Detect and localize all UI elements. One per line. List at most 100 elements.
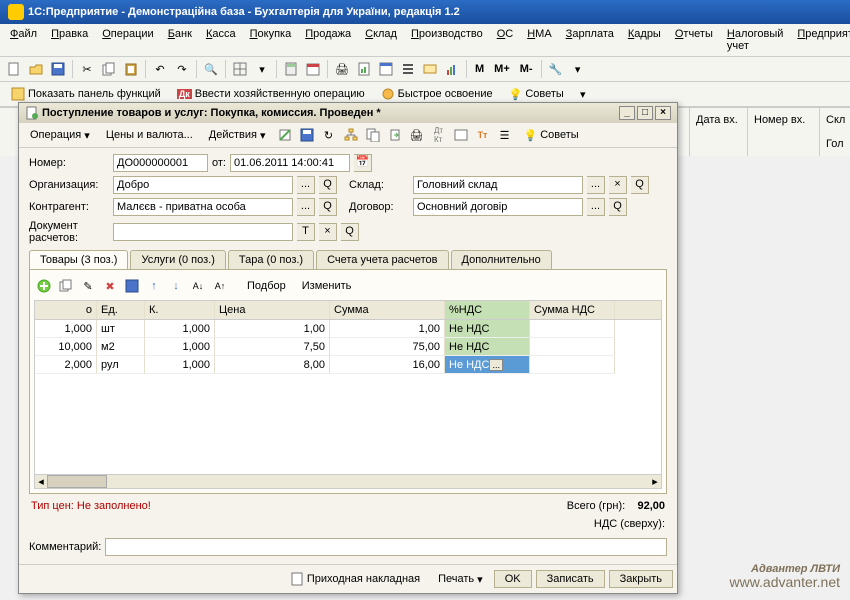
search-icon[interactable]: 🔍 bbox=[201, 59, 221, 79]
paste-icon[interactable] bbox=[121, 59, 141, 79]
tab-services[interactable]: Услуги (0 поз.) bbox=[130, 250, 225, 269]
doc-calc-input[interactable] bbox=[113, 223, 293, 241]
menu-производство[interactable]: Производство bbox=[405, 26, 489, 54]
dropdown-icon[interactable]: ▾ bbox=[573, 84, 593, 104]
save-icon[interactable] bbox=[122, 276, 142, 296]
save-icon[interactable] bbox=[48, 59, 68, 79]
col-num-in[interactable]: Номер вх. bbox=[748, 108, 820, 132]
move-down-icon[interactable]: ↓ bbox=[166, 276, 186, 296]
col-date-in[interactable]: Дата вх. bbox=[690, 108, 748, 132]
post-icon[interactable] bbox=[275, 125, 295, 145]
open-button[interactable]: Q bbox=[341, 223, 359, 241]
move-up-icon[interactable]: ↑ bbox=[144, 276, 164, 296]
select-button[interactable]: ... bbox=[297, 176, 315, 194]
close-button[interactable]: × bbox=[655, 106, 671, 120]
menu-ос[interactable]: ОС bbox=[491, 26, 520, 54]
menu-банк[interactable]: Банк bbox=[162, 26, 198, 54]
tab-tare[interactable]: Тара (0 поз.) bbox=[228, 250, 314, 269]
menu-нма[interactable]: НМА bbox=[521, 26, 557, 54]
text-button[interactable]: T bbox=[297, 223, 315, 241]
memo-m[interactable]: M bbox=[471, 63, 488, 75]
tips-button[interactable]: 💡Советы bbox=[517, 126, 586, 145]
menu-склад[interactable]: Склад bbox=[359, 26, 403, 54]
menu-продажа[interactable]: Продажа bbox=[299, 26, 357, 54]
wrench-icon[interactable]: 🔧 bbox=[546, 59, 566, 79]
contractor-input[interactable] bbox=[113, 198, 293, 216]
sort-asc-icon[interactable]: A↓ bbox=[188, 276, 208, 296]
ok-button[interactable]: OK bbox=[494, 570, 532, 588]
col-unit[interactable]: Ед. bbox=[97, 301, 145, 319]
invoice-button[interactable]: Приходная накладная bbox=[283, 569, 427, 589]
table-row[interactable]: 10,000м21,0007,5075,00Не НДС bbox=[35, 338, 661, 356]
memo-m-minus[interactable]: M- bbox=[516, 63, 537, 75]
report-icon[interactable] bbox=[354, 59, 374, 79]
enter-operation-button[interactable]: Дк Ввести хозяйственную операцию bbox=[170, 85, 372, 103]
table-row[interactable]: 2,000рул1,0008,0016,00Не НДС ... bbox=[35, 356, 661, 374]
actions-menu[interactable]: Действия ▾ bbox=[202, 126, 273, 145]
select-button[interactable]: Подбор bbox=[240, 277, 293, 295]
show-panel-button[interactable]: Показать панель функций bbox=[4, 84, 168, 104]
open-button[interactable]: Q bbox=[319, 176, 337, 194]
copy-row-icon[interactable] bbox=[56, 276, 76, 296]
warehouse-input[interactable] bbox=[413, 176, 583, 194]
comment-input[interactable] bbox=[105, 538, 667, 556]
save-button[interactable]: Записать bbox=[536, 570, 605, 588]
grid-icon[interactable] bbox=[230, 59, 250, 79]
col-nds[interactable]: %НДС bbox=[445, 301, 530, 319]
org-input[interactable] bbox=[113, 176, 293, 194]
col-nds-sum[interactable]: Сумма НДС bbox=[530, 301, 615, 319]
goto-icon[interactable] bbox=[385, 125, 405, 145]
calc-icon[interactable] bbox=[281, 59, 301, 79]
undo-icon[interactable]: ↶ bbox=[150, 59, 170, 79]
menu-отчеты[interactable]: Отчеты bbox=[669, 26, 719, 54]
select-button[interactable]: ... bbox=[587, 198, 605, 216]
delete-row-icon[interactable]: ✖ bbox=[100, 276, 120, 296]
tree-icon[interactable] bbox=[341, 125, 361, 145]
menu-правка[interactable]: Правка bbox=[45, 26, 94, 54]
print-icon[interactable]: 🖨 bbox=[407, 125, 427, 145]
list-icon[interactable] bbox=[398, 59, 418, 79]
refresh-icon[interactable]: ↻ bbox=[319, 125, 339, 145]
menu-покупка[interactable]: Покупка bbox=[244, 26, 298, 54]
menu-файл[interactable]: Файл bbox=[4, 26, 43, 54]
col-sum[interactable]: Сумма bbox=[330, 301, 445, 319]
select-button[interactable]: ... bbox=[587, 176, 605, 194]
memo-m-plus[interactable]: M+ bbox=[490, 63, 514, 75]
col-qty[interactable]: о bbox=[35, 301, 97, 319]
tips-button[interactable]: 💡 Советы bbox=[502, 85, 571, 104]
add-row-icon[interactable] bbox=[34, 276, 54, 296]
sort-desc-icon[interactable]: A↑ bbox=[210, 276, 230, 296]
tab-accounts[interactable]: Счета учета расчетов bbox=[316, 250, 448, 269]
print-menu[interactable]: Печать ▾ bbox=[431, 570, 490, 589]
open-button[interactable]: Q bbox=[631, 176, 649, 194]
close-button[interactable]: Закрыть bbox=[609, 570, 673, 588]
save-icon[interactable] bbox=[297, 125, 317, 145]
clear-button[interactable]: × bbox=[609, 176, 627, 194]
menu-предприятие[interactable]: Предприятие bbox=[791, 26, 850, 54]
table-row[interactable]: 1,000шт1,0001,001,00Не НДС bbox=[35, 320, 661, 338]
minimize-button[interactable]: _ bbox=[619, 106, 635, 120]
card-icon[interactable] bbox=[420, 59, 440, 79]
operation-menu[interactable]: Операция ▾ bbox=[23, 126, 97, 145]
tab-goods[interactable]: Товары (3 поз.) bbox=[29, 250, 128, 269]
select-button[interactable]: ... bbox=[297, 198, 315, 216]
menu-касса[interactable]: Касса bbox=[200, 26, 242, 54]
redo-icon[interactable]: ↷ bbox=[172, 59, 192, 79]
dropdown-icon[interactable]: ▾ bbox=[568, 59, 588, 79]
open-icon[interactable] bbox=[26, 59, 46, 79]
based-on-icon[interactable] bbox=[363, 125, 383, 145]
cut-icon[interactable]: ✂ bbox=[77, 59, 97, 79]
open-button[interactable]: Q bbox=[609, 198, 627, 216]
maximize-button[interactable]: □ bbox=[637, 106, 653, 120]
col-warehouse[interactable]: Скл bbox=[820, 108, 850, 132]
fast-learn-button[interactable]: Быстрое освоение bbox=[374, 84, 500, 104]
edit-row-icon[interactable]: ✎ bbox=[78, 276, 98, 296]
clear-button[interactable]: × bbox=[319, 223, 337, 241]
dialog-titlebar[interactable]: Поступление товаров и услуг: Покупка, ко… bbox=[19, 103, 677, 123]
print-icon[interactable]: 🖨 bbox=[332, 59, 352, 79]
copy-icon[interactable] bbox=[99, 59, 119, 79]
menu-кадры[interactable]: Кадры bbox=[622, 26, 667, 54]
calendar-button[interactable]: 📅 bbox=[354, 154, 372, 172]
new-doc-icon[interactable] bbox=[4, 59, 24, 79]
dkt-icon[interactable]: ДтКт bbox=[429, 125, 449, 145]
